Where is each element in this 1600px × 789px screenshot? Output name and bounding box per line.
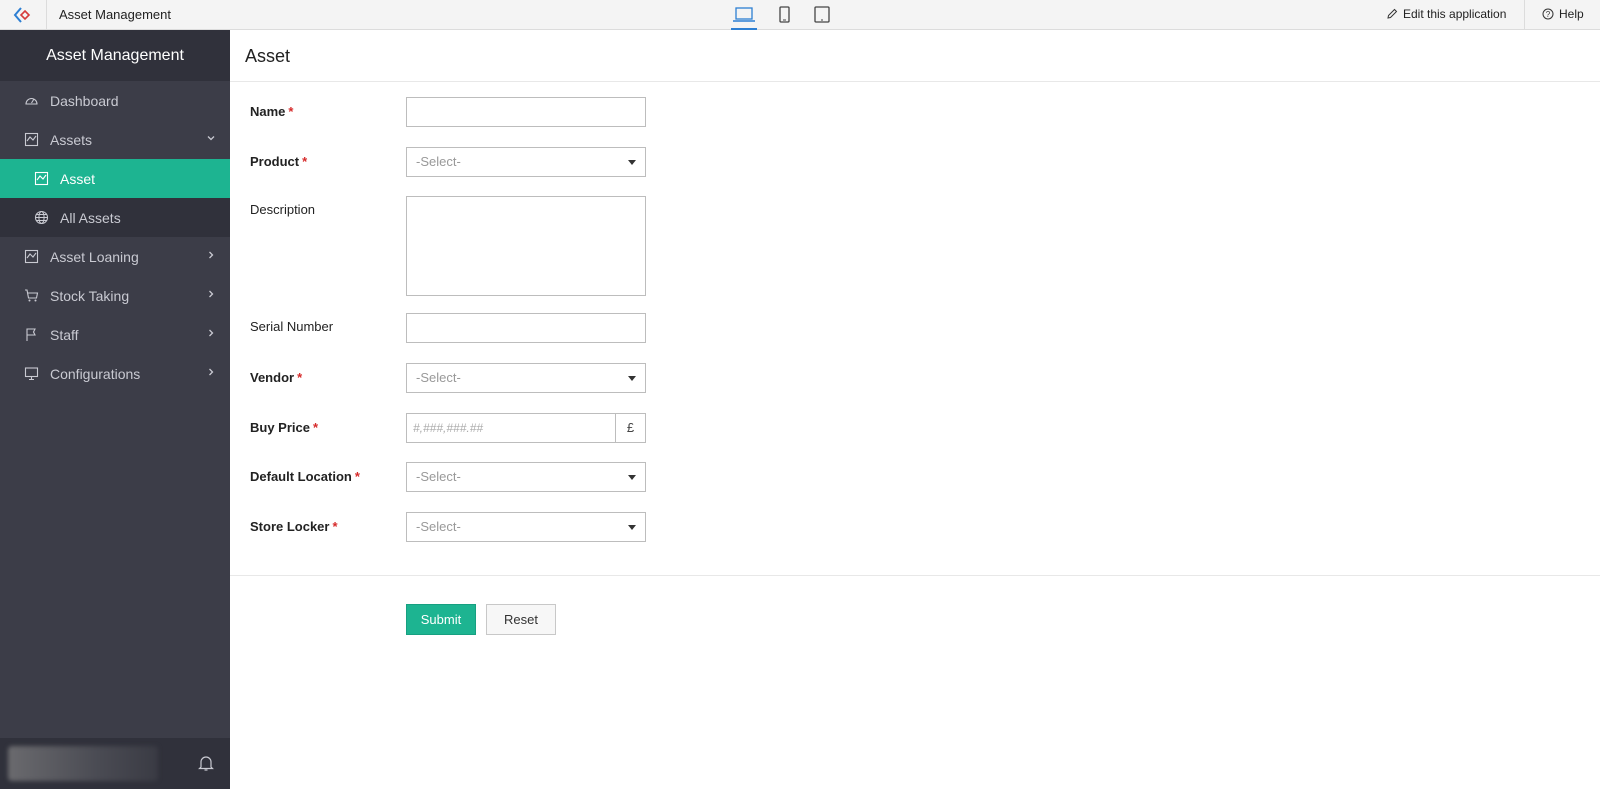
sidebar-item-configurations[interactable]: Configurations bbox=[0, 354, 230, 393]
chevron-right-icon bbox=[209, 251, 214, 259]
sidebar-item-dashboard[interactable]: Dashboard bbox=[0, 81, 230, 120]
default-location-select[interactable]: -Select- bbox=[406, 462, 646, 492]
divider bbox=[230, 575, 1600, 576]
sidebar-item-staff[interactable]: Staff bbox=[0, 315, 230, 354]
name-input[interactable] bbox=[406, 97, 646, 127]
sidebar-footer bbox=[0, 738, 230, 789]
divider bbox=[46, 0, 47, 30]
serial-number-label: Serial Number bbox=[250, 319, 334, 334]
cart-icon bbox=[25, 289, 39, 302]
sidebar-item-label: Staff bbox=[50, 326, 79, 343]
chart-icon bbox=[24, 249, 39, 264]
caret-down-icon bbox=[628, 475, 636, 480]
description-textarea[interactable] bbox=[406, 196, 646, 296]
dashboard-icon bbox=[25, 98, 38, 105]
description-label: Description bbox=[250, 202, 316, 217]
sidebar-item-stock-taking[interactable]: Stock Taking bbox=[0, 276, 230, 315]
app-logo-icon[interactable] bbox=[12, 6, 34, 24]
help-label: Help bbox=[1559, 7, 1584, 21]
product-label: Product * bbox=[250, 154, 308, 169]
desktop-view-button[interactable] bbox=[731, 5, 757, 30]
flag-icon bbox=[26, 328, 36, 341]
globe-icon bbox=[34, 210, 49, 225]
divider bbox=[1524, 0, 1525, 30]
sidebar-item-asset-loaning[interactable]: Asset Loaning bbox=[0, 237, 230, 276]
help-icon: ? bbox=[1542, 8, 1554, 20]
chart-icon bbox=[34, 171, 49, 186]
default-location-label: Default Location * bbox=[250, 469, 360, 484]
chart-icon bbox=[24, 132, 39, 147]
store-locker-select[interactable]: -Select- bbox=[406, 512, 646, 542]
sidebar: Asset Management Dashboard Assets Asset bbox=[0, 30, 230, 789]
help-link[interactable]: ? Help bbox=[1542, 7, 1584, 21]
product-select[interactable]: -Select- bbox=[406, 147, 646, 177]
name-label: Name * bbox=[250, 104, 294, 119]
sidebar-item-label: Assets bbox=[50, 131, 93, 148]
edit-application-label: Edit this application bbox=[1403, 7, 1507, 21]
caret-down-icon bbox=[628, 376, 636, 381]
sidebar-item-label: Stock Taking bbox=[50, 287, 130, 304]
sidebar-item-label: Asset bbox=[60, 170, 96, 187]
tablet-view-button[interactable] bbox=[809, 5, 835, 30]
user-profile[interactable] bbox=[8, 746, 158, 781]
sidebar-item-asset[interactable]: Asset bbox=[0, 159, 230, 198]
chevron-right-icon bbox=[209, 290, 214, 298]
sidebar-item-label: Asset Loaning bbox=[50, 248, 139, 265]
phone-icon bbox=[779, 6, 790, 23]
store-locker-label: Store Locker * bbox=[250, 519, 338, 534]
monitor-icon bbox=[24, 367, 39, 381]
buy-price-input[interactable]: #,###,###.## bbox=[406, 413, 616, 443]
serial-number-input[interactable] bbox=[406, 313, 646, 343]
reset-button[interactable]: Reset bbox=[486, 604, 556, 635]
sidebar-item-label: All Assets bbox=[60, 209, 121, 226]
divider bbox=[230, 81, 1600, 82]
svg-text:?: ? bbox=[1546, 10, 1551, 19]
chevron-down-icon bbox=[207, 136, 215, 141]
buy-price-label: Buy Price * bbox=[250, 420, 319, 435]
tablet-icon bbox=[814, 6, 830, 23]
pencil-icon bbox=[1387, 8, 1398, 19]
caret-down-icon bbox=[628, 525, 636, 530]
chevron-right-icon bbox=[209, 368, 214, 376]
page-title: Asset bbox=[245, 46, 291, 66]
caret-down-icon bbox=[628, 160, 636, 165]
sidebar-item-all-assets[interactable]: All Assets bbox=[0, 198, 230, 237]
sidebar-item-assets[interactable]: Assets bbox=[0, 120, 230, 159]
top-bar: Asset Management Edit this application ?… bbox=[0, 0, 1600, 30]
laptop-icon bbox=[733, 7, 755, 22]
currency-addon: £ bbox=[615, 413, 646, 443]
sidebar-item-label: Configurations bbox=[50, 365, 141, 382]
sidebar-item-label: Dashboard bbox=[50, 92, 119, 109]
vendor-select[interactable]: -Select- bbox=[406, 363, 646, 393]
sidebar-brand: Asset Management bbox=[0, 30, 230, 81]
edit-application-link[interactable]: Edit this application bbox=[1386, 7, 1506, 21]
mobile-view-button[interactable] bbox=[771, 5, 797, 30]
notification-bell-icon[interactable] bbox=[198, 754, 214, 772]
submit-button[interactable]: Submit bbox=[406, 604, 476, 635]
app-title: Asset Management bbox=[59, 7, 172, 22]
vendor-label: Vendor * bbox=[250, 370, 303, 385]
chevron-right-icon bbox=[209, 329, 214, 337]
main-content: Asset Name * Product * -Select- Descriptio… bbox=[230, 30, 1600, 789]
